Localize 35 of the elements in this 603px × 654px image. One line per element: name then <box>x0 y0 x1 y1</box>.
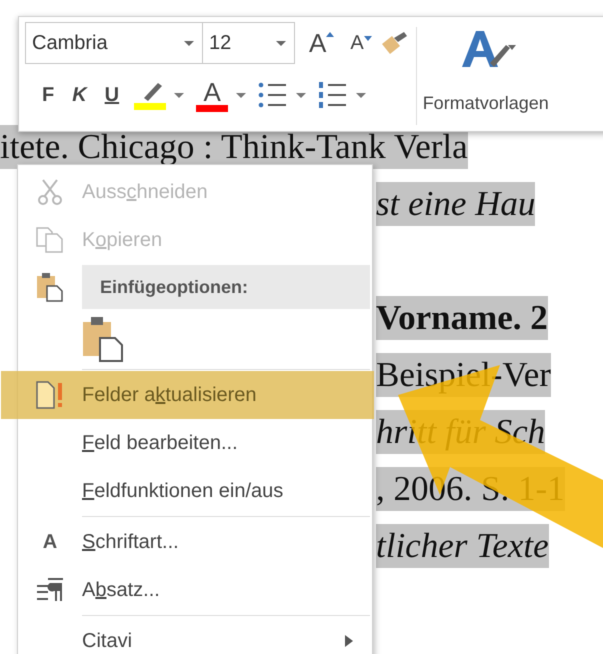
font-icon: A <box>42 530 58 554</box>
paragraph-icon <box>36 577 64 603</box>
caret-icon[interactable] <box>356 92 366 98</box>
menu-item[interactable]: Absatz... <box>18 566 372 614</box>
document-text: tlicher Texte <box>376 524 549 568</box>
clipboard-icon <box>36 272 64 302</box>
document-text: Vorname. 2 <box>376 296 548 340</box>
menu-item[interactable]: Feldfunktionen ein/aus <box>18 467 372 515</box>
menu-item[interactable]: Citavi <box>18 617 372 654</box>
menu-item[interactable]: Feld bearbeiten... <box>18 419 372 467</box>
font-size-field[interactable]: 12 <box>203 22 295 64</box>
format-button[interactable]: K <box>63 84 96 106</box>
scissors-icon <box>37 178 63 206</box>
menu-item[interactable]: Felder aktualisieren <box>1 371 374 419</box>
document-warning-icon <box>35 381 65 409</box>
format-button[interactable]: U <box>96 84 128 106</box>
shrink-font-button[interactable]: A <box>340 32 374 54</box>
styles-label[interactable]: Formatvorlagen <box>422 93 549 114</box>
caret-icon[interactable] <box>174 92 184 98</box>
menu-section-header: Einfügeoptionen: <box>82 265 370 309</box>
font-name-field[interactable]: Cambria <box>25 22 203 64</box>
format-painter-icon[interactable] <box>380 30 408 56</box>
menu-item[interactable]: A Schriftart... <box>18 518 372 566</box>
submenu-arrow-icon <box>344 634 354 648</box>
format-button[interactable]: F <box>33 84 64 106</box>
document-text: st eine Hau <box>376 182 536 226</box>
caret-icon[interactable] <box>236 92 246 98</box>
highlight-color-icon[interactable] <box>134 80 166 110</box>
copy-icon <box>36 227 64 253</box>
paste-option-icon[interactable] <box>82 316 124 362</box>
font-color-button[interactable]: A <box>196 78 228 112</box>
caret-icon[interactable] <box>296 92 306 98</box>
bullet-list-icon[interactable] <box>258 81 288 109</box>
grow-font-button[interactable]: A <box>299 28 336 58</box>
numbered-list-icon[interactable] <box>318 81 348 109</box>
